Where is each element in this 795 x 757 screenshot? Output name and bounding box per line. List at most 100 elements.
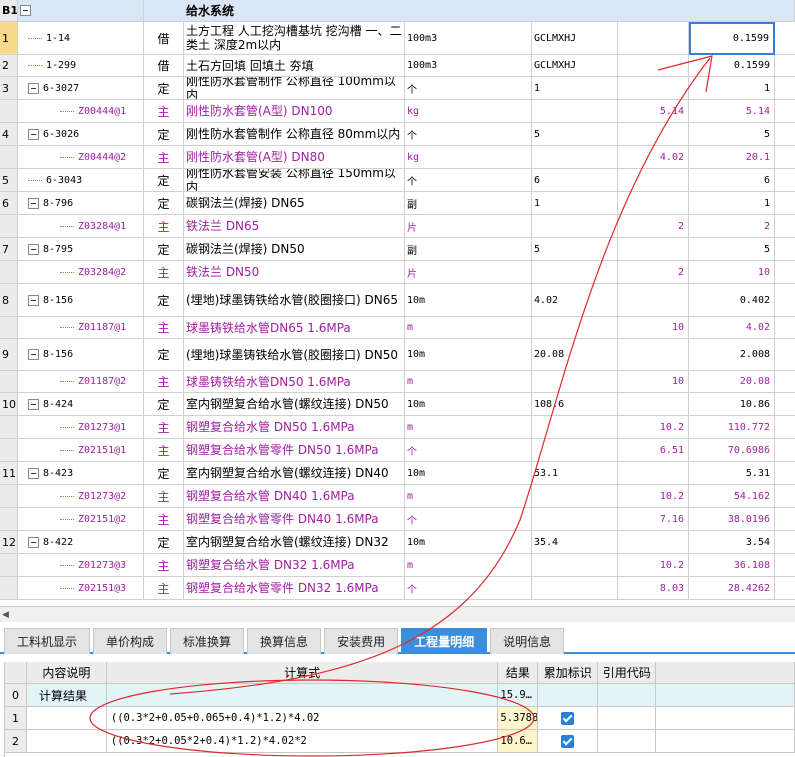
content-cell[interactable]: 6.51 [618, 439, 689, 462]
unit-cell[interactable]: 10m [405, 284, 532, 317]
quantity-expr-cell[interactable] [532, 416, 618, 439]
name-cell[interactable]: 刚性防水套管制作 公称直径 80mm以内 [184, 123, 405, 146]
code-cell[interactable]: Z01187@1 [18, 317, 144, 339]
type-cell[interactable]: 定 [144, 393, 184, 416]
quantity-expr-cell[interactable]: GCLMXHJ [532, 22, 618, 55]
code-cell[interactable]: 8-156 [18, 339, 144, 371]
content-cell[interactable]: 10 [618, 371, 689, 393]
collapse-icon[interactable] [20, 5, 31, 16]
name-cell[interactable]: 钢塑复合给水管 DN40 1.6MPa [184, 485, 405, 508]
code-cell[interactable]: Z01187@2 [18, 371, 144, 393]
content-cell[interactable]: 5.14 [618, 100, 689, 123]
type-cell[interactable]: 定 [144, 238, 184, 261]
quota-row[interactable]: 2 1-299 借土石方回填 回填土 夯填 100m3 GCLMXHJ 0.1599 [0, 55, 795, 77]
unit-cell[interactable]: 个 [405, 508, 532, 531]
name-cell[interactable]: (埋地)球墨铸铁给水管(胶圈接口) DN50 [184, 339, 405, 371]
type-cell[interactable]: 主 [144, 508, 184, 531]
detail-row[interactable]: 1 ((0.3*2+0.05+0.065+0.4)*1.2)*4.02 5.3788 [5, 707, 795, 730]
content-cell[interactable] [618, 462, 689, 485]
quantity-cell[interactable]: 5 [689, 123, 775, 146]
detail-desc-cell[interactable] [26, 707, 107, 730]
content-cell[interactable]: 8.03 [618, 577, 689, 600]
quantity-cell[interactable]: 28.4262 [689, 577, 775, 600]
tab-0[interactable]: 工料机显示 [4, 628, 91, 654]
quota-row[interactable]: 10 8-424 定室内钢塑复合给水管(螺纹连接) DN50 10m 108.6 10.8… [0, 393, 795, 416]
type-cell[interactable]: 主 [144, 100, 184, 123]
unit-cell[interactable]: 个 [405, 169, 532, 192]
unit-cell[interactable]: 副 [405, 238, 532, 261]
quota-row[interactable]: 4 6-3026 定刚性防水套管制作 公称直径 80mm以内个 5 5 [0, 123, 795, 146]
name-cell[interactable]: 铁法兰 DN65 [184, 215, 405, 238]
quantity-cell[interactable]: 2 [689, 215, 775, 238]
tab-4[interactable]: 安装费用 [324, 628, 399, 654]
horizontal-scrollbar[interactable]: ◀ [0, 606, 795, 622]
unit-cell[interactable]: m [405, 317, 532, 339]
material-row[interactable]: Z03284@1 主铁法兰 DN65 片 2 2 [0, 215, 795, 238]
quota-row[interactable]: 7 8-795 定碳钢法兰(焊接) DN50 副 5 5 [0, 238, 795, 261]
tab-2[interactable]: 标准换算 [170, 628, 245, 654]
code-cell[interactable]: 8-423 [18, 462, 144, 485]
name-cell[interactable]: (埋地)球墨铸铁给水管(胶圈接口) DN65 [184, 284, 405, 317]
name-cell[interactable]: 球墨铸铁给水管DN50 1.6MPa [184, 371, 405, 393]
tab-5[interactable]: 工程量明细 [401, 628, 488, 654]
quantity-expr-cell[interactable]: 6 [532, 169, 618, 192]
quantity-expr-cell[interactable]: GCLMXHJ [532, 55, 618, 77]
name-cell[interactable]: 室内钢塑复合给水管(螺纹连接) DN32 [184, 531, 405, 554]
unit-cell[interactable]: 个 [405, 439, 532, 462]
quota-row[interactable]: 12 8-422 定室内钢塑复合给水管(螺纹连接) DN32 10m 35.4 3.54 [0, 531, 795, 554]
name-cell[interactable]: 钢塑复合给水管 DN50 1.6MPa [184, 416, 405, 439]
content-cell[interactable] [618, 393, 689, 416]
quantity-cell[interactable]: 20.1 [689, 146, 775, 169]
content-cell[interactable]: 10.2 [618, 416, 689, 439]
quantity-cell[interactable]: 54.162 [689, 485, 775, 508]
type-cell[interactable]: 借 [144, 22, 184, 55]
code-cell[interactable]: Z00444@1 [18, 100, 144, 123]
quantity-cell[interactable]: 36.108 [689, 554, 775, 577]
quantity-cell[interactable]: 1 [689, 77, 775, 100]
code-cell[interactable]: Z01273@3 [18, 554, 144, 577]
material-row[interactable]: Z01273@1 主钢塑复合给水管 DN50 1.6MPa m 10.2 110.772 [0, 416, 795, 439]
collapse-icon[interactable] [28, 294, 39, 306]
collapse-icon[interactable] [28, 536, 39, 548]
quantity-cell[interactable]: 70.6986 [689, 439, 775, 462]
quantity-cell[interactable]: 5.14 [689, 100, 775, 123]
name-cell[interactable]: 钢塑复合给水管零件 DN32 1.6MPa [184, 577, 405, 600]
content-cell[interactable] [618, 55, 689, 77]
unit-cell[interactable]: 10m [405, 393, 532, 416]
name-cell[interactable]: 钢塑复合给水管零件 DN40 1.6MPa [184, 508, 405, 531]
type-cell[interactable]: 定 [144, 192, 184, 215]
unit-cell[interactable]: m [405, 485, 532, 508]
type-cell[interactable]: 定 [144, 462, 184, 485]
unit-cell[interactable]: 个 [405, 577, 532, 600]
quantity-expr-cell[interactable]: 5 [532, 123, 618, 146]
quantity-expr-cell[interactable]: 35.4 [532, 531, 618, 554]
quantity-expr-cell[interactable] [532, 508, 618, 531]
name-cell[interactable]: 刚性防水套管(A型) DN100 [184, 100, 405, 123]
name-cell[interactable]: 刚性防水套管(A型) DN80 [184, 146, 405, 169]
quota-row[interactable]: 5 6-3043 定刚性防水套管安装 公称直径 150mm以内个 6 6 [0, 169, 795, 192]
type-cell[interactable]: 主 [144, 439, 184, 462]
name-cell[interactable]: 室内钢塑复合给水管(螺纹连接) DN50 [184, 393, 405, 416]
material-row[interactable]: Z01273@3 主钢塑复合给水管 DN32 1.6MPa m 10.2 36.108 [0, 554, 795, 577]
material-row[interactable]: Z01187@2 主球墨铸铁给水管DN50 1.6MPa m 10 20.08 [0, 371, 795, 393]
content-cell[interactable] [618, 238, 689, 261]
collapse-icon[interactable] [28, 349, 39, 360]
collapse-icon[interactable] [28, 82, 39, 94]
type-cell[interactable]: 定 [144, 123, 184, 146]
type-cell[interactable]: 定 [144, 339, 184, 371]
name-cell[interactable]: 铁法兰 DN50 [184, 261, 405, 284]
quantity-expr-cell[interactable] [532, 485, 618, 508]
content-cell[interactable]: 2 [618, 215, 689, 238]
quantity-expr-cell[interactable]: 1 [532, 77, 618, 100]
unit-cell[interactable]: kg [405, 146, 532, 169]
quota-row[interactable]: 3 6-3027 定刚性防水套管制作 公称直径 100mm以内个 1 1 [0, 77, 795, 100]
quantity-expr-cell[interactable] [532, 577, 618, 600]
quantity-expr-cell[interactable] [532, 215, 618, 238]
unit-cell[interactable]: 个 [405, 123, 532, 146]
code-cell[interactable]: Z01273@1 [18, 416, 144, 439]
unit-cell[interactable]: 10m [405, 462, 532, 485]
name-cell[interactable]: 土石方回填 回填土 夯填 [184, 55, 405, 77]
material-row[interactable]: Z02151@2 主钢塑复合给水管零件 DN40 1.6MPa 个 7.16 38.01… [0, 508, 795, 531]
unit-cell[interactable]: 100m3 [405, 55, 532, 77]
quantity-cell[interactable]: 0.1599 [689, 22, 775, 55]
